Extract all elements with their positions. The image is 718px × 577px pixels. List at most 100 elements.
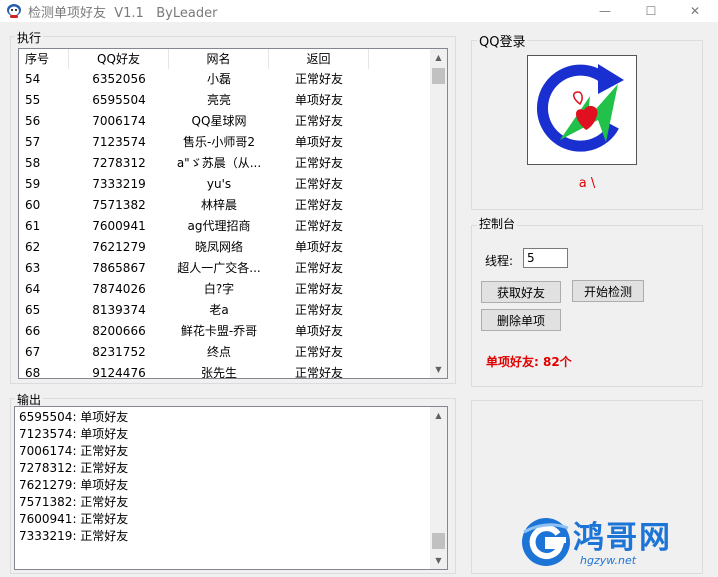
row-result: 单项好友 xyxy=(294,135,343,149)
row-nickname: ag代理招商 xyxy=(187,219,251,233)
delete-oneway-button[interactable]: 删除单项 xyxy=(481,309,561,331)
table-row[interactable]: 58 7278312 a"ゞ苏晨（从... 正常好友 xyxy=(19,153,430,174)
app-icon xyxy=(7,4,21,18)
row-result: 单项好友 xyxy=(294,324,343,338)
avatar-logo-icon xyxy=(536,64,624,152)
row-number: 62 xyxy=(25,240,41,254)
column-header-nickname[interactable]: 网名 xyxy=(169,49,269,69)
table-row[interactable]: 66 8200666 鲜花卡盟-乔哥 单项好友 xyxy=(19,321,430,342)
output-line: 7571382: 正常好友 xyxy=(19,495,129,509)
column-header-qq[interactable]: QQ好友 xyxy=(69,49,169,69)
close-icon: ✕ xyxy=(689,4,701,18)
row-nickname: 小磊 xyxy=(206,72,231,86)
client-area: 执行 序号 QQ好友 网名 返回 54 6352056 小磊 正常好友 55 659550… xyxy=(0,22,718,577)
row-number: 55 xyxy=(25,93,41,107)
threads-input[interactable]: 5 xyxy=(523,248,568,268)
table-row[interactable]: 55 6595504 亮亮 单项好友 xyxy=(19,90,430,111)
row-qq: 8200666 xyxy=(92,324,146,338)
row-qq: 7571382 xyxy=(92,198,146,212)
output-scrollbar[interactable]: ▲ ▼ xyxy=(430,407,447,569)
row-result: 正常好友 xyxy=(294,219,343,233)
row-qq: 7006174 xyxy=(92,114,146,128)
output-line: 7278312: 正常好友 xyxy=(19,461,129,475)
row-qq: 7123574 xyxy=(92,135,146,149)
row-qq: 7874026 xyxy=(92,282,146,296)
maximize-button[interactable]: ☐ xyxy=(628,0,674,22)
scroll-up-icon[interactable]: ▲ xyxy=(430,49,447,66)
watermark-text: 鸿哥网 xyxy=(573,520,672,556)
output-line: 7600941: 正常好友 xyxy=(19,512,129,526)
output-line: 6595504: 单项好友 xyxy=(19,410,129,424)
row-number: 59 xyxy=(25,177,41,191)
scroll-thumb[interactable] xyxy=(432,68,445,84)
scroll-down-icon[interactable]: ▼ xyxy=(430,361,447,378)
row-nickname: 白?字 xyxy=(203,282,235,296)
row-nickname: QQ星球网 xyxy=(191,114,247,128)
row-qq: 6595504 xyxy=(92,93,146,107)
row-result: 正常好友 xyxy=(294,303,343,317)
table-row[interactable]: 62 7621279 晓凤网络 单项好友 xyxy=(19,237,430,258)
row-qq: 8139374 xyxy=(92,303,146,317)
table-row[interactable]: 64 7874026 白?字 正常好友 xyxy=(19,279,430,300)
row-result: 正常好友 xyxy=(294,282,343,296)
table-row[interactable]: 67 8231752 终点 正常好友 xyxy=(19,342,430,363)
list-scrollbar[interactable]: ▲ ▼ xyxy=(430,49,447,378)
table-row[interactable]: 56 7006174 QQ星球网 正常好友 xyxy=(19,111,430,132)
row-result: 正常好友 xyxy=(294,114,343,128)
close-button[interactable]: ✕ xyxy=(672,0,718,22)
watermark-logo-icon xyxy=(522,518,570,566)
row-nickname: a"ゞ苏晨（从... xyxy=(176,156,262,170)
scroll-up-icon[interactable]: ▲ xyxy=(430,407,447,424)
column-header-number[interactable]: 序号 xyxy=(19,49,69,69)
row-result: 正常好友 xyxy=(294,156,343,170)
row-qq: 7278312 xyxy=(92,156,146,170)
scroll-down-icon[interactable]: ▼ xyxy=(430,552,447,569)
oneway-count: 单项好友: 82个 xyxy=(486,355,572,369)
row-result: 单项好友 xyxy=(294,240,343,254)
row-number: 67 xyxy=(25,345,41,359)
row-nickname: yu's xyxy=(206,177,232,191)
row-number: 58 xyxy=(25,156,41,170)
output-log[interactable]: 6595504: 单项好友 7123574: 单项好友 7006174: 正常好友 7… xyxy=(14,406,448,570)
nickname: a \ xyxy=(578,176,596,191)
row-result: 正常好友 xyxy=(294,366,343,379)
row-nickname: 终点 xyxy=(206,345,231,359)
table-row[interactable]: 54 6352056 小磊 正常好友 xyxy=(19,69,430,90)
minimize-button[interactable]: — xyxy=(582,0,628,22)
output-line: 7621279: 单项好友 xyxy=(19,478,129,492)
table-row[interactable]: 61 7600941 ag代理招商 正常好友 xyxy=(19,216,430,237)
watermark-url: hgzyw.net xyxy=(580,554,637,567)
table-row[interactable]: 60 7571382 林梓晨 正常好友 xyxy=(19,195,430,216)
row-nickname: 张先生 xyxy=(200,366,237,379)
row-number: 68 xyxy=(25,366,41,379)
row-number: 60 xyxy=(25,198,41,212)
avatar xyxy=(527,55,637,165)
row-result: 正常好友 xyxy=(294,261,343,275)
row-nickname: 林梓晨 xyxy=(200,198,237,212)
row-qq: 9124476 xyxy=(92,366,146,379)
table-row[interactable]: 57 7123574 售乐-小师哥2 单项好友 xyxy=(19,132,430,153)
row-qq: 7333219 xyxy=(92,177,146,191)
row-nickname: 老a xyxy=(209,303,229,317)
scroll-thumb[interactable] xyxy=(432,533,445,549)
table-row[interactable]: 63 7865867 超人一广交各... 正常好友 xyxy=(19,258,430,279)
watermark: 鸿哥网 hgzyw.net xyxy=(516,508,716,574)
table-row[interactable]: 68 9124476 张先生 正常好友 xyxy=(19,363,430,379)
fetch-friends-button[interactable]: 获取好友 xyxy=(481,281,561,303)
row-result: 单项好友 xyxy=(294,93,343,107)
row-number: 66 xyxy=(25,324,41,338)
title-bar: 检测单项好友 V1.1 ByLeader — ☐ ✕ xyxy=(0,0,718,22)
row-qq: 7865867 xyxy=(92,261,146,275)
row-qq: 7600941 xyxy=(92,219,146,233)
row-qq: 6352056 xyxy=(92,72,146,86)
column-header-result[interactable]: 返回 xyxy=(269,49,369,69)
row-nickname: 亮亮 xyxy=(206,93,231,107)
friend-list[interactable]: 序号 QQ好友 网名 返回 54 6352056 小磊 正常好友 55 6595504 亮亮… xyxy=(18,48,448,379)
table-row[interactable]: 59 7333219 yu's 正常好友 xyxy=(19,174,430,195)
start-check-button[interactable]: 开始检测 xyxy=(572,280,644,302)
row-qq: 8231752 xyxy=(92,345,146,359)
list-header: 序号 QQ好友 网名 返回 xyxy=(19,49,430,69)
table-row[interactable]: 65 8139374 老a 正常好友 xyxy=(19,300,430,321)
minimize-icon: — xyxy=(599,4,611,18)
row-result: 正常好友 xyxy=(294,72,343,86)
